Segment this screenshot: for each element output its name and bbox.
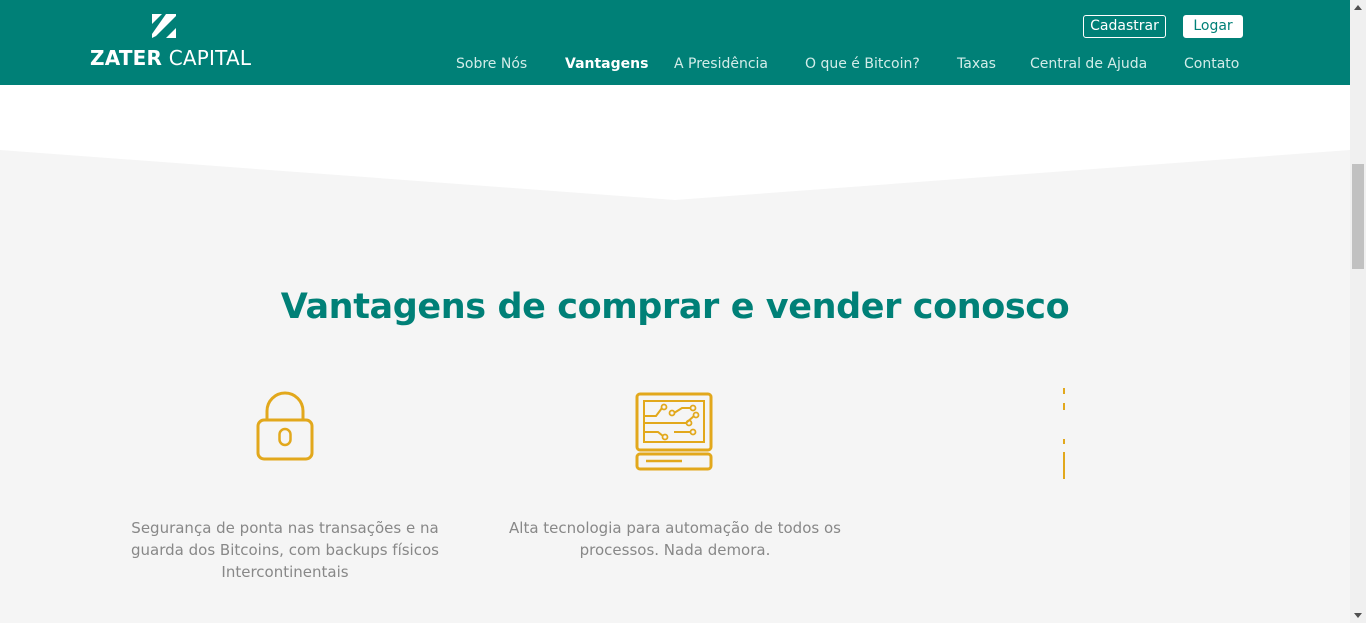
section-title: Vantagens de comprar e vender conosco [280,287,1070,327]
computer-circuit-icon [635,392,713,471]
nav-item-help-center[interactable]: Central de Ajuda [1030,56,1147,72]
feature-security-text: Segurança de ponta nas transações e na g… [131,519,439,581]
nav-item-fees[interactable]: Taxas [957,56,996,72]
register-button[interactable]: Cadastrar [1083,15,1166,38]
nav-item-what-is-bitcoin[interactable]: O que é Bitcoin? [805,56,920,72]
nav-item-about[interactable]: Sobre Nós [456,56,527,72]
scrollbar-track[interactable] [1350,0,1366,623]
nav-item-advantages[interactable]: Vantagens [565,56,648,72]
partial-feature-icon [1063,388,1065,479]
logo-mark-icon [152,14,176,38]
main-nav: Sobre Nós Vantagens A Presidência O que … [0,56,1350,76]
nav-item-contact[interactable]: Contato [1184,56,1239,72]
nav-item-presidency[interactable]: A Presidência [674,56,768,72]
scroll-up-icon[interactable] [1350,0,1366,16]
section-divider [0,85,1350,200]
scrollbar-thumb[interactable] [1352,164,1364,269]
login-button[interactable]: Logar [1183,15,1243,38]
lock-icon [256,391,314,461]
feature-technology-text: Alta tecnologia para automação de todos … [509,519,841,559]
site-header: ZATER CAPITAL Cadastrar Logar Sobre Nós … [0,0,1350,85]
scroll-down-icon[interactable] [1350,607,1366,623]
